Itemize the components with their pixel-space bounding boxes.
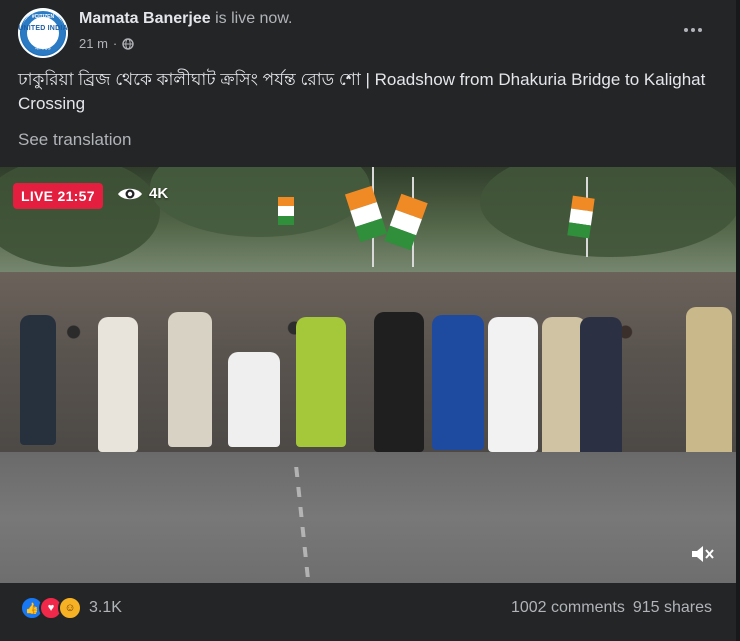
eye-icon xyxy=(118,188,142,199)
avatar-middle-text: UNITED INDIA xyxy=(18,25,68,32)
video-road xyxy=(0,452,736,583)
speaker-muted-icon[interactable] xyxy=(689,541,715,567)
post-card: #CITIZEN UNITED INDIA নাগরিক Mamata Bane… xyxy=(0,0,740,641)
reaction-count: 3.1K xyxy=(89,599,122,616)
more-dot xyxy=(691,28,695,32)
see-translation-link[interactable]: See translation xyxy=(18,130,131,150)
video-person xyxy=(296,317,346,447)
live-video-player[interactable] xyxy=(0,167,736,583)
avatar-bottom-text: নাগরিক xyxy=(35,46,51,52)
author-line: Mamata Banerjee is live now. xyxy=(79,10,292,28)
haha-icon: ☺ xyxy=(58,596,82,620)
viewer-count: 4K xyxy=(117,185,168,202)
meta-separator: · xyxy=(112,36,118,51)
video-person xyxy=(580,317,622,457)
globe-icon[interactable] xyxy=(122,37,134,50)
shares-count-link[interactable]: 915 shares xyxy=(633,599,712,617)
video-person xyxy=(432,315,484,450)
live-status-text: is live now. xyxy=(215,10,293,27)
avatar-top-text: #CITIZEN xyxy=(31,14,55,20)
video-person xyxy=(228,352,280,447)
engagement-counts: 1002 comments 915 shares xyxy=(511,599,712,617)
tricolor-flag xyxy=(278,197,294,225)
video-person xyxy=(488,317,538,452)
video-person xyxy=(168,312,212,447)
video-person xyxy=(374,312,424,452)
more-options-button[interactable] xyxy=(680,20,706,40)
comments-count-link[interactable]: 1002 comments xyxy=(511,599,625,617)
post-text: ঢাকুরিয়া ব্রিজ থেকে কালীঘাট ক্রসিং পর্য… xyxy=(18,70,706,113)
video-person xyxy=(20,315,56,445)
author-name[interactable]: Mamata Banerjee xyxy=(79,10,211,27)
page-avatar[interactable]: #CITIZEN UNITED INDIA নাগরিক xyxy=(18,8,68,58)
more-horizontal-icon xyxy=(684,28,688,32)
reactions-summary[interactable]: 👍 ♥ ☺ 3.1K xyxy=(20,596,122,620)
more-dot xyxy=(698,28,702,32)
live-badge: LIVE 21:57 xyxy=(13,183,103,209)
viewer-count-value: 4K xyxy=(149,185,169,202)
post-time[interactable]: 21 m xyxy=(79,36,108,51)
post-meta: 21 m · xyxy=(79,36,134,51)
video-person xyxy=(98,317,138,452)
